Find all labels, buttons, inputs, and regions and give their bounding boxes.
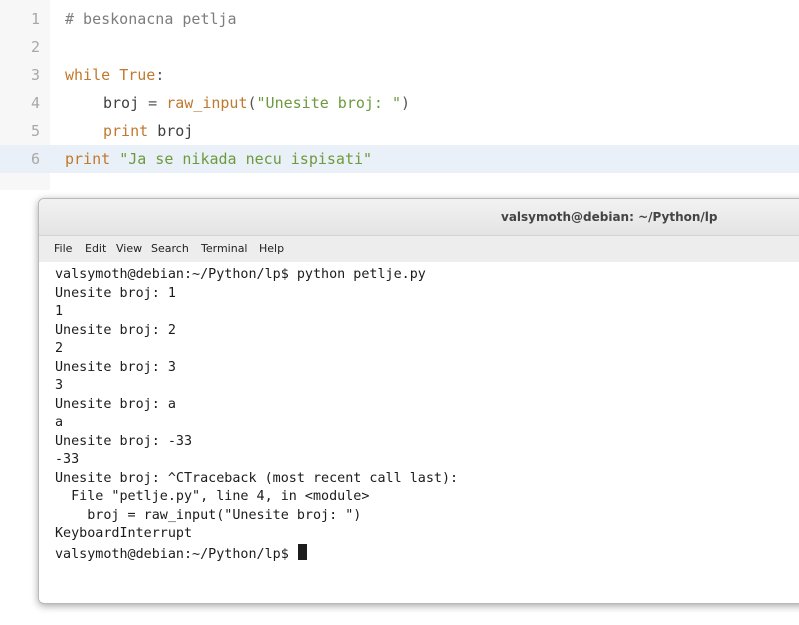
menu-file[interactable]: File: [54, 236, 72, 262]
punct-token: :: [155, 66, 165, 84]
terminal-line: 1: [55, 304, 64, 319]
line-number: 1: [30, 10, 40, 28]
terminal-line: File "petlje.py", line 4, in <module>: [55, 489, 370, 504]
keyword-token: print: [103, 122, 149, 140]
terminal-line: a: [55, 415, 64, 430]
variable-token: broj: [103, 94, 140, 112]
punct-token: ): [401, 94, 411, 112]
line-number: 3: [30, 66, 40, 84]
terminal-line: Unesite broj: 3: [55, 359, 176, 375]
menu-terminal[interactable]: Terminal: [201, 236, 248, 262]
code-text: while True:: [65, 61, 164, 89]
code-line-6[interactable]: 6 print "Ja se nikada necu ispisati": [0, 145, 799, 173]
line-number: 2: [30, 38, 40, 56]
function-token: raw_input: [166, 94, 248, 112]
window-title: valsymoth@debian: ~/Python/lp: [501, 210, 718, 224]
terminal-line: broj = raw_input("Unesite broj: "): [55, 507, 362, 523]
terminal-line: KeyboardInterrupt: [55, 526, 193, 541]
code-line-4[interactable]: 4 broj = raw_input("Unesite broj: "): [0, 89, 799, 117]
menu-bar: File Edit View Search Terminal Help: [39, 236, 799, 262]
terminal-line: 3: [55, 378, 64, 393]
operator-token: =: [139, 94, 167, 112]
comment-token: # beskonacna petlja: [65, 10, 237, 28]
terminal-line: Unesite broj: 2: [55, 322, 176, 338]
punct-token: (: [247, 94, 257, 112]
string-token: "Unesite broj: ": [256, 94, 402, 112]
terminal-prompt-line[interactable]: valsymoth@debian:~/Python/lp$: [55, 543, 307, 565]
line-number: 6: [30, 150, 40, 168]
terminal-line: Unesite broj: -33: [55, 433, 193, 449]
code-line-2[interactable]: 2: [0, 33, 799, 61]
terminal-output[interactable]: valsymoth@debian:~/Python/lp$ python pet…: [39, 262, 799, 602]
terminal-line: Unesite broj: a: [55, 396, 176, 412]
line-number: 5: [30, 122, 40, 140]
code-line-1[interactable]: 1 # beskonacna petlja: [0, 5, 799, 33]
string-token: "Ja se nikada necu ispisati": [119, 150, 373, 168]
menu-help[interactable]: Help: [259, 236, 284, 262]
code-text: print broj: [103, 117, 193, 145]
code-text: print "Ja se nikada necu ispisati": [65, 145, 372, 173]
code-editor[interactable]: 1 # beskonacna petlja 2 3 while True: 4 …: [0, 0, 799, 190]
code-line-3[interactable]: 3 while True:: [0, 61, 799, 89]
line-number: 4: [30, 94, 40, 112]
keyword-token: True: [119, 66, 156, 84]
code-text: broj = raw_input("Unesite broj: "): [103, 89, 410, 117]
terminal-line: Unesite broj: ^CTraceback (most recent c…: [55, 470, 459, 486]
terminal-titlebar[interactable]: valsymoth@debian: ~/Python/lp: [39, 199, 799, 236]
terminal-line: 2: [55, 341, 64, 356]
code-line-5[interactable]: 5 print broj: [0, 117, 799, 145]
menu-search[interactable]: Search: [151, 236, 189, 262]
keyword-token: while: [65, 66, 111, 84]
menu-edit[interactable]: Edit: [85, 236, 106, 262]
shell-prompt: valsymoth@debian:~/Python/lp$: [55, 546, 297, 562]
terminal-window[interactable]: valsymoth@debian: ~/Python/lp File Edit …: [38, 198, 799, 604]
terminal-line: valsymoth@debian:~/Python/lp$ python pet…: [55, 267, 426, 282]
terminal-line: -33: [55, 452, 80, 467]
text-cursor: [297, 543, 307, 560]
terminal-line: Unesite broj: 1: [55, 285, 176, 301]
variable-token: broj: [157, 122, 194, 140]
code-text: # beskonacna petlja: [65, 5, 237, 33]
keyword-token: print: [65, 150, 111, 168]
menu-view[interactable]: View: [116, 236, 142, 262]
